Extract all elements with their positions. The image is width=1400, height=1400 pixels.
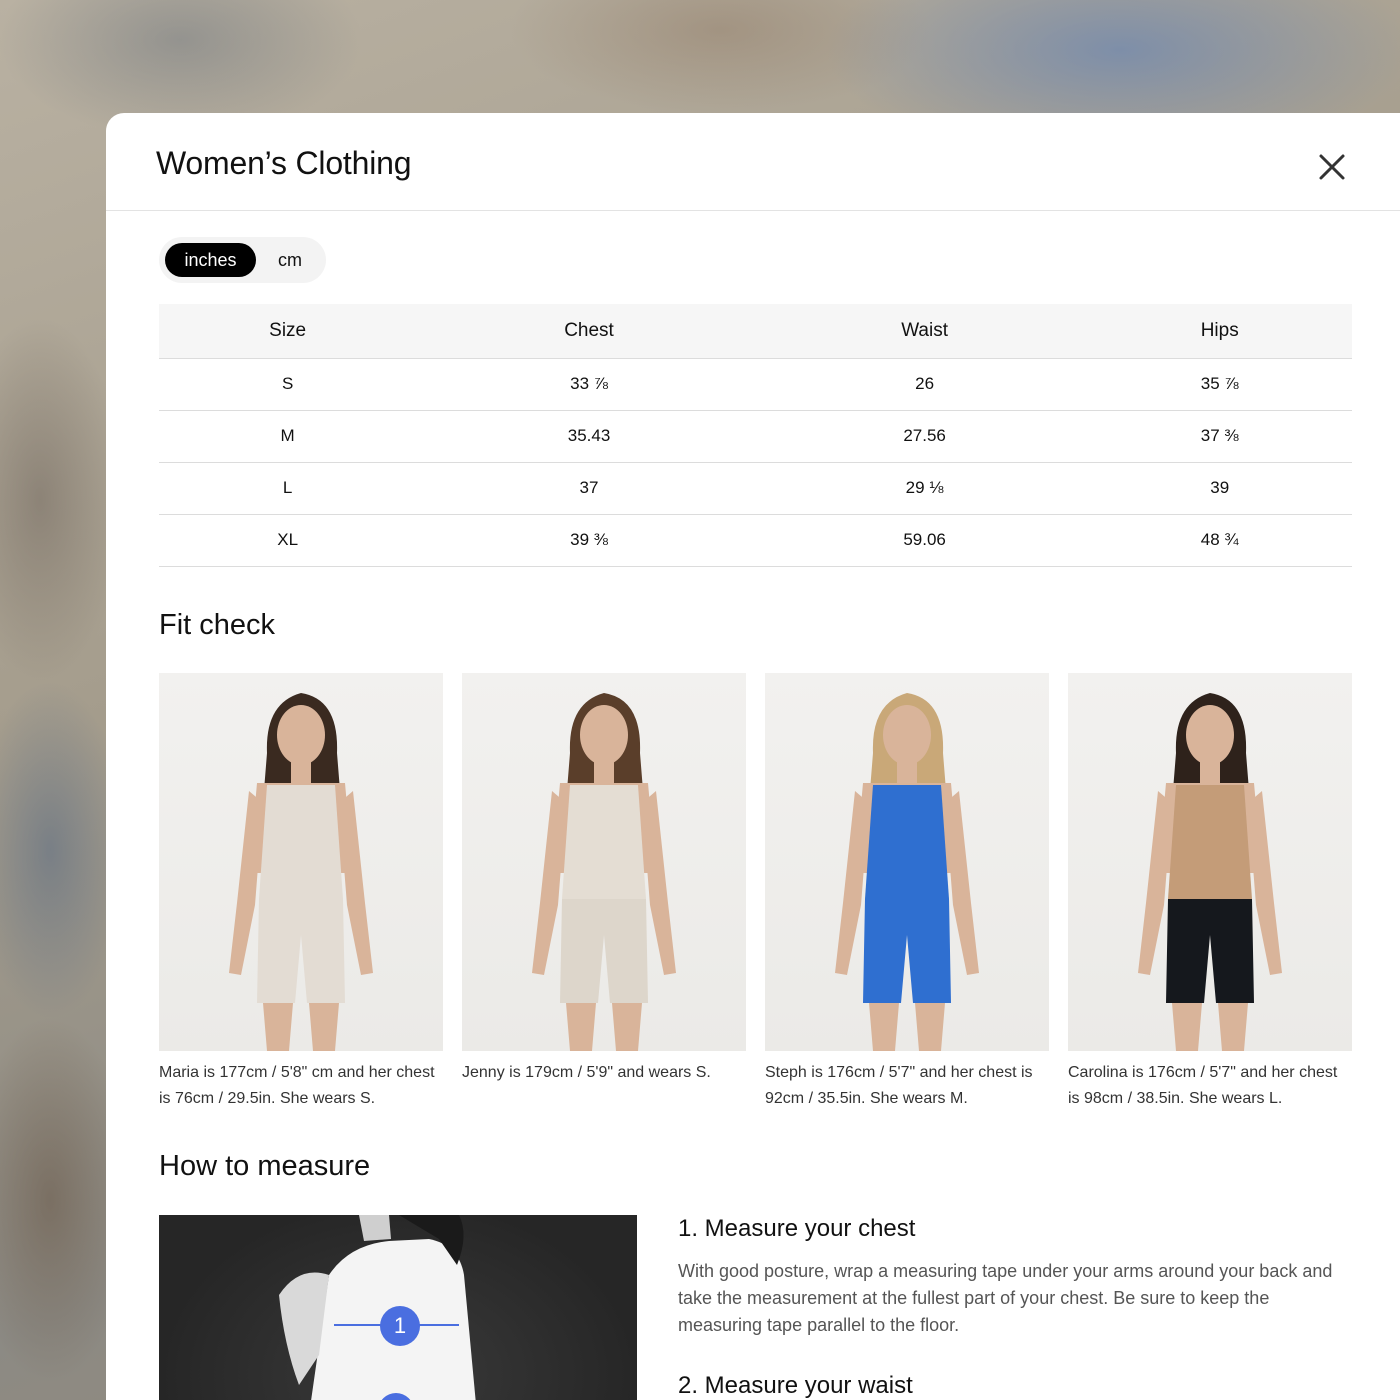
neck	[594, 761, 614, 783]
top	[259, 785, 343, 899]
measure-figure: 1	[279, 1215, 476, 1400]
model-figure	[229, 693, 373, 1051]
bottoms	[1166, 899, 1254, 1003]
right-leg	[915, 1003, 945, 1051]
close-button[interactable]	[1314, 149, 1350, 185]
fit-caption: Jenny is 179cm / 5'9" and wears S.	[462, 1064, 711, 1081]
model-figure	[1138, 693, 1282, 1051]
neck	[897, 761, 917, 783]
header-waist: Waist	[761, 304, 1088, 359]
top	[865, 785, 949, 899]
left-leg	[263, 1003, 293, 1051]
table-row: XL 39 ⅜ 59.06 48 ¾	[159, 514, 1352, 567]
measure-illustration: 1	[159, 1215, 637, 1400]
step-title-chest: 1. Measure your chest	[678, 1215, 916, 1242]
cell-size: L	[159, 462, 417, 515]
close-icon[interactable]	[1314, 149, 1350, 185]
right-arm	[1248, 791, 1282, 975]
fit-card-jenny: Jenny is 179cm / 5'9" and wears S.	[462, 673, 746, 1086]
left-leg	[566, 1003, 596, 1051]
fit-card-maria: Maria is 177cm / 5'8" cm and her chest i…	[159, 673, 443, 1112]
cell-waist: 26	[761, 358, 1088, 411]
model-photo	[462, 673, 746, 1051]
cell-chest: 35.43	[416, 410, 762, 463]
model-photo	[159, 673, 443, 1051]
unit-option-cm[interactable]: cm	[265, 243, 315, 277]
table-row: M 35.43 27.56 37 ⅜	[159, 410, 1352, 463]
fit-caption: Steph is 176cm / 5'7" and her chest is 9…	[765, 1064, 1033, 1107]
bottoms	[560, 899, 648, 1003]
bottoms	[863, 899, 951, 1003]
header-hips: Hips	[1087, 304, 1352, 359]
marker-label-1: 1	[394, 1313, 406, 1338]
face	[277, 705, 325, 765]
left-arm	[835, 791, 869, 975]
unit-toggle: inches cm	[159, 237, 326, 283]
table-row: L 37 29 ⅛ 39	[159, 462, 1352, 515]
cell-waist: 59.06	[761, 514, 1088, 567]
cell-chest: 39 ⅜	[416, 514, 762, 567]
fit-caption: Maria is 177cm / 5'8" cm and her chest i…	[159, 1064, 435, 1107]
left-arm	[532, 791, 566, 975]
cell-chest: 33 ⅞	[416, 358, 762, 411]
cell-size: M	[159, 410, 417, 463]
step-title-waist: 2. Measure your waist	[678, 1372, 913, 1399]
cell-hips: 39	[1087, 462, 1352, 515]
cell-chest: 37	[416, 462, 762, 515]
size-table: Size Chest Waist Hips S 33 ⅞ 26 35 ⅞ M 3…	[159, 304, 1352, 567]
modal-title: Women’s Clothing	[156, 145, 412, 181]
model-photo	[1068, 673, 1352, 1051]
cell-waist: 27.56	[761, 410, 1088, 463]
top	[562, 785, 646, 899]
header-chest: Chest	[416, 304, 762, 359]
left-arm	[229, 791, 263, 975]
neck	[291, 761, 311, 783]
table-row: S 33 ⅞ 26 35 ⅞	[159, 358, 1352, 411]
bottoms	[257, 899, 345, 1003]
face	[1186, 705, 1234, 765]
size-guide-modal: Women’s Clothing inches cm Size Chest Wa…	[106, 113, 1400, 1400]
left-leg	[869, 1003, 899, 1051]
left-arm	[1138, 791, 1172, 975]
model-figure	[532, 693, 676, 1051]
cell-waist: 29 ⅛	[761, 462, 1088, 515]
fit-card-steph: Steph is 176cm / 5'7" and her chest is 9…	[765, 673, 1049, 1112]
modal-header: Women’s Clothing	[106, 113, 1400, 211]
step-text-chest: With good posture, wrap a measuring tape…	[678, 1261, 1333, 1335]
left-leg	[1172, 1003, 1202, 1051]
right-leg	[309, 1003, 339, 1051]
cell-hips: 35 ⅞	[1087, 358, 1352, 411]
face	[883, 705, 931, 765]
top	[1168, 785, 1252, 899]
right-leg	[1218, 1003, 1248, 1051]
fit-caption: Carolina is 176cm / 5'7" and her chest i…	[1068, 1064, 1338, 1107]
cell-size: S	[159, 358, 417, 411]
cell-hips: 37 ⅜	[1087, 410, 1352, 463]
right-leg	[612, 1003, 642, 1051]
neck	[1200, 761, 1220, 783]
model-photo	[765, 673, 1049, 1051]
right-arm	[642, 791, 676, 975]
model-figure	[835, 693, 979, 1051]
how-to-measure-title: How to measure	[159, 1150, 371, 1182]
fit-card-carolina: Carolina is 176cm / 5'7" and her chest i…	[1068, 673, 1352, 1112]
cell-hips: 48 ¾	[1087, 514, 1352, 567]
size-table-header-row: Size Chest Waist Hips	[159, 304, 1352, 359]
cell-size: XL	[159, 514, 417, 567]
unit-option-inches[interactable]: inches	[165, 243, 256, 277]
face	[580, 705, 628, 765]
header-size: Size	[159, 304, 417, 359]
right-arm	[339, 791, 373, 975]
right-arm	[945, 791, 979, 975]
fit-check-title: Fit check	[159, 609, 276, 641]
